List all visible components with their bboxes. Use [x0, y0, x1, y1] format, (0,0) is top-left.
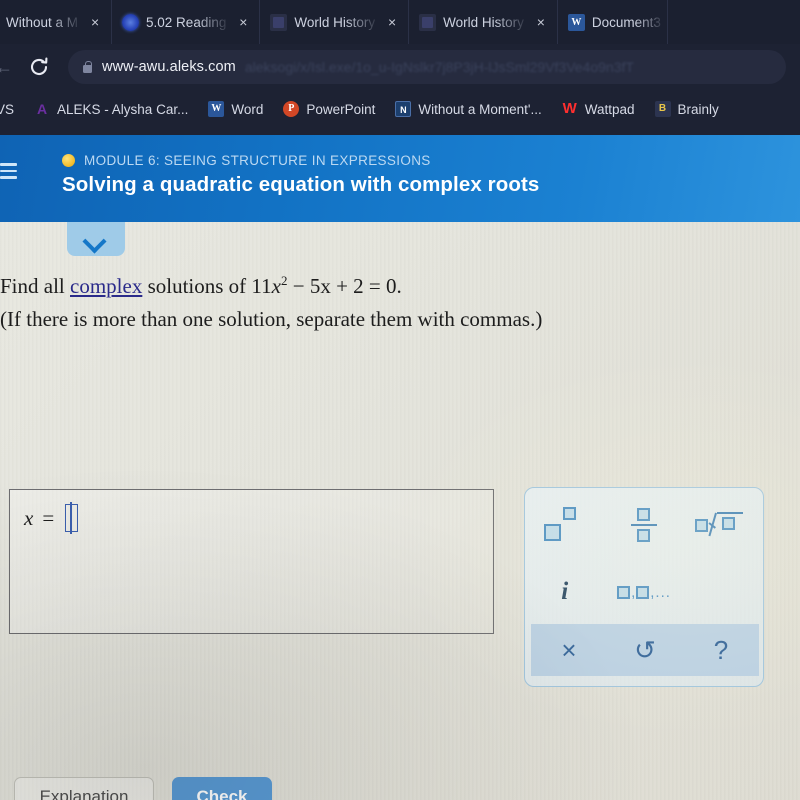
bookmark-item-vs[interactable]: VS — [0, 92, 24, 126]
bookmark-label: PowerPoint — [306, 101, 376, 117]
problem-prefix: Find all — [0, 274, 71, 298]
browser-chrome: Without a M × 5.02 Reading × World Histo… — [0, 0, 800, 135]
bookmark-item-aleks[interactable]: A ALEKS - Alysha Car... — [24, 92, 198, 126]
keypad-row-2: i , ,... — [525, 562, 763, 622]
close-icon[interactable]: × — [233, 14, 253, 30]
bookmark-item-powerpoint[interactable]: P PowerPoint — [273, 92, 385, 126]
text-cursor-icon — [70, 502, 73, 534]
aleks-icon: A — [36, 101, 48, 117]
close-icon[interactable]: × — [85, 14, 105, 30]
browser-tab[interactable]: Without a M × — [0, 0, 113, 44]
doc-icon — [419, 13, 437, 31]
module-status-dot-icon — [62, 154, 75, 167]
browser-tab[interactable]: World History × — [409, 0, 558, 44]
module-breadcrumb: MODULE 6: SEEING STRUCTURE IN EXPRESSION… — [62, 153, 431, 168]
problem-equation: 11x2 − 5x + 2 = 0. — [251, 273, 402, 298]
address-bar[interactable]: www-awu.aleks.com aleksogi/x/Isl.exe/1o_… — [68, 50, 786, 84]
eq-linear-term: − 5x — [292, 274, 331, 298]
keypad-spacer — [684, 562, 763, 622]
lock-icon — [82, 60, 93, 74]
fraction-key[interactable] — [604, 488, 683, 562]
answer-equals-label: = — [42, 505, 55, 530]
bookmark-item-word[interactable]: W Word — [198, 92, 273, 126]
page-title: Solving a quadratic equation with comple… — [62, 173, 540, 196]
bookmark-label: Without a Moment'... — [418, 101, 542, 117]
imaginary-unit-key[interactable]: i — [525, 562, 604, 622]
browser-toolbar: ← www-awu.aleks.com aleksogi/x/Isl.exe/1… — [0, 44, 800, 90]
keypad-action-row: × ↺ ? — [531, 624, 759, 676]
bookmark-label: Brainly — [677, 101, 719, 117]
list-icon: , ,... — [617, 583, 671, 601]
exponent-icon — [543, 507, 586, 543]
list-ellipsis: ,... — [650, 583, 671, 601]
tab-title: Document3 — [591, 14, 661, 30]
url-domain: www-awu.aleks.com — [102, 59, 236, 75]
imaginary-unit-label: i — [561, 578, 569, 605]
problem-line-2: (If there is more than one solution, sep… — [0, 307, 543, 331]
bookmark-label: Word — [231, 101, 264, 117]
book-icon: N — [395, 101, 412, 117]
clear-key[interactable]: × — [531, 635, 607, 666]
close-icon[interactable]: × — [382, 14, 402, 30]
doc-icon — [270, 13, 288, 31]
url-path: aleksogi/x/Isl.exe/1o_u-IgNslkr7j8P3jH-l… — [244, 59, 634, 75]
check-button[interactable]: Check — [172, 777, 272, 800]
word-icon: W — [208, 101, 225, 117]
eq-exponent: 2 — [280, 273, 288, 288]
undo-key[interactable]: ↺ — [607, 635, 683, 666]
bookmarks-bar: VS A ALEKS - Alysha Car... W Word P Powe… — [0, 92, 800, 126]
bookmark-label: VS — [0, 101, 15, 117]
answer-input-cursor[interactable] — [65, 502, 79, 534]
answer-input-box[interactable]: x = — [9, 489, 494, 634]
back-icon[interactable]: ← — [0, 57, 14, 78]
aleks-header: MODULE 6: SEEING STRUCTURE IN EXPRESSION… — [0, 135, 800, 222]
powerpoint-icon: P — [283, 101, 300, 117]
bookmark-item-brainly[interactable]: B Brainly — [645, 92, 729, 126]
bookmark-label: Wattpad — [584, 101, 635, 117]
eq-equals: = 0 — [368, 274, 397, 298]
explanation-button[interactable]: Explanation — [14, 777, 154, 800]
aleks-page: MODULE 6: SEEING STRUCTURE IN EXPRESSION… — [0, 135, 800, 800]
hamburger-menu-icon[interactable] — [0, 159, 22, 181]
close-icon[interactable]: × — [531, 14, 551, 30]
tab-title: World History — [294, 14, 376, 30]
eq-coefficient: 11 — [251, 274, 272, 298]
browser-tab[interactable]: W Document3 — [558, 0, 668, 44]
browser-tab[interactable]: 5.02 Reading × — [112, 0, 261, 44]
exponent-key[interactable] — [525, 488, 604, 562]
list-key[interactable]: , ,... — [604, 562, 683, 622]
wattpad-icon: W — [562, 100, 577, 117]
module-label: MODULE 6: SEEING STRUCTURE IN EXPRESSION… — [84, 153, 431, 168]
tab-title: Without a M — [6, 14, 79, 30]
math-keypad: i , ,... × ↺ ? — [524, 487, 764, 687]
eq-constant-term: + 2 — [336, 274, 364, 298]
tab-title: 5.02 Reading — [146, 14, 227, 30]
word-icon: W — [567, 13, 585, 31]
eq-variable: x — [271, 274, 281, 298]
help-key[interactable]: ? — [683, 635, 759, 666]
bookmark-item-without-a-moment[interactable]: N Without a Moment'... — [385, 92, 551, 126]
problem-statement: Find all complex solutions of 11x2 − 5x … — [0, 267, 700, 333]
problem-line-1: Find all complex solutions of 11x2 − 5x … — [0, 267, 700, 300]
reload-icon[interactable] — [22, 50, 56, 84]
list-comma: , — [631, 583, 636, 601]
tab-title: World History — [443, 14, 524, 30]
root-key[interactable] — [684, 488, 763, 562]
fraction-icon — [630, 507, 657, 543]
brainly-icon: B — [654, 101, 671, 117]
root-icon — [695, 508, 751, 542]
browser-tab[interactable]: World History × — [260, 0, 410, 44]
answer-variable-label: x — [24, 505, 34, 530]
chevron-down-icon[interactable] — [67, 222, 125, 256]
problem-mid: solutions of — [142, 274, 252, 298]
keypad-row-1 — [525, 488, 763, 562]
complex-link[interactable]: complex — [70, 274, 142, 298]
browser-tabstrip: Without a M × 5.02 Reading × World Histo… — [0, 0, 800, 44]
bookmark-item-wattpad[interactable]: W Wattpad — [552, 92, 645, 126]
eq-period: . — [396, 274, 402, 298]
globe-icon — [122, 13, 140, 31]
answer-expression: x = — [24, 502, 79, 534]
bookmark-label: ALEKS - Alysha Car... — [57, 101, 189, 117]
